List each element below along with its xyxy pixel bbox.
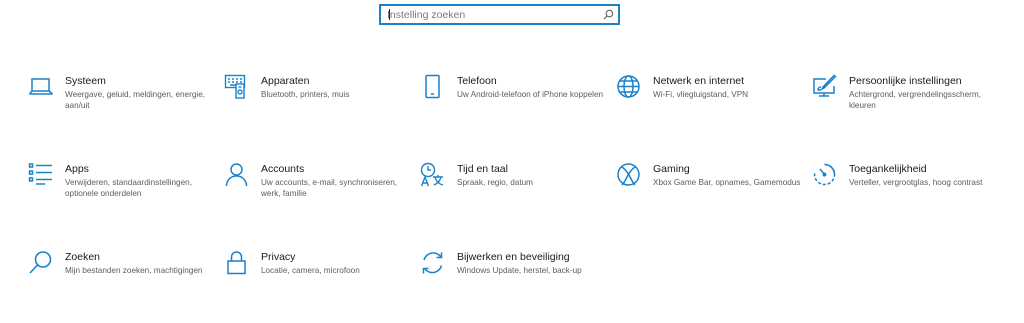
personalization-icon — [812, 74, 838, 100]
tile-description: Bluetooth, printers, muis — [261, 90, 350, 99]
tile-description: Xbox Game Bar, opnames, Gamemodus — [653, 178, 801, 187]
tile-title: Zoeken — [65, 251, 101, 263]
phone-icon — [420, 74, 446, 100]
tile-netwerk[interactable]: Netwerk en internet Wi-Fi, vliegtuigstan… — [616, 74, 806, 134]
tile-title: Tijd en taal — [457, 163, 508, 175]
tile-title: Bijwerken en beveiliging — [457, 251, 570, 263]
globe-icon — [616, 74, 642, 100]
text-caret — [389, 9, 390, 20]
tile-privacy[interactable]: Privacy Locatie, camera, microfoon — [224, 250, 414, 310]
tile-tijd-en-taal[interactable]: Tijd en taal Spraak, regio, datum — [420, 162, 610, 222]
laptop-icon — [28, 74, 54, 100]
tile-description: Verteller, vergrootglas, hoog contrast — [849, 178, 983, 187]
tile-systeem[interactable]: Systeem Weergave, geluid, meldingen, ene… — [28, 74, 218, 134]
tile-description: Uw accounts, e-mail, synchroniseren, wer… — [261, 178, 398, 199]
tile-apparaten[interactable]: Apparaten Bluetooth, printers, muis — [224, 74, 414, 134]
tile-bijwerken-en-beveiliging[interactable]: Bijwerken en beveiliging Windows Update,… — [420, 250, 610, 310]
tile-title: Apparaten — [261, 75, 310, 87]
tile-telefoon[interactable]: Telefoon Uw Android-telefoon of iPhone k… — [420, 74, 610, 134]
xbox-icon — [616, 162, 642, 188]
update-sync-icon — [420, 250, 446, 276]
tile-description: Uw Android-telefoon of iPhone koppelen — [457, 90, 604, 99]
tile-description: Spraak, regio, datum — [457, 178, 534, 187]
tile-title: Privacy — [261, 251, 296, 263]
apps-list-icon — [28, 162, 54, 188]
search-input[interactable] — [381, 6, 602, 23]
person-icon — [224, 162, 250, 188]
tile-title: Telefoon — [457, 75, 497, 87]
time-language-icon — [420, 162, 446, 188]
tile-title: Netwerk en internet — [653, 75, 745, 87]
tile-description: Locatie, camera, microfoon — [261, 266, 360, 275]
tile-zoeken[interactable]: Zoeken Mijn bestanden zoeken, machtiging… — [28, 250, 218, 310]
search-box[interactable] — [379, 4, 620, 25]
tile-title: Toegankelijkheid — [849, 163, 927, 175]
tile-title: Gaming — [653, 163, 690, 175]
tile-toegankelijkheid[interactable]: Toegankelijkheid Verteller, vergrootglas… — [812, 162, 1002, 222]
tile-description: Verwijderen, standaardinstellingen, opti… — [65, 178, 192, 199]
settings-home: Systeem Weergave, geluid, meldingen, ene… — [0, 0, 1024, 323]
tile-description: Weergave, geluid, meldingen, energie, aa… — [65, 90, 206, 111]
tile-description: Wi-Fi, vliegtuigstand, VPN — [653, 90, 749, 99]
search-icon[interactable] — [602, 9, 614, 21]
tile-description: Mijn bestanden zoeken, machtigingen — [65, 266, 203, 275]
tile-title: Persoonlijke instellingen — [849, 75, 962, 87]
tile-title: Systeem — [65, 75, 106, 87]
tile-apps[interactable]: Apps Verwijderen, standaardinstellingen,… — [28, 162, 218, 222]
tile-description: Windows Update, herstel, back-up — [457, 266, 582, 275]
tile-title: Apps — [65, 163, 89, 175]
lock-icon — [224, 250, 250, 276]
accessibility-timer-icon — [812, 162, 838, 188]
search-magnifier-icon — [28, 250, 54, 276]
tile-persoonlijke-instellingen[interactable]: Persoonlijke instellingen Achtergrond, v… — [812, 74, 1002, 134]
tile-gaming[interactable]: Gaming Xbox Game Bar, opnames, Gamemodus — [616, 162, 806, 222]
tile-title: Accounts — [261, 163, 305, 175]
tile-description: Achtergrond, vergrendelingsscherm, kleur… — [849, 90, 981, 111]
tile-accounts[interactable]: Accounts Uw accounts, e-mail, synchronis… — [224, 162, 414, 222]
devices-icon — [224, 74, 250, 100]
